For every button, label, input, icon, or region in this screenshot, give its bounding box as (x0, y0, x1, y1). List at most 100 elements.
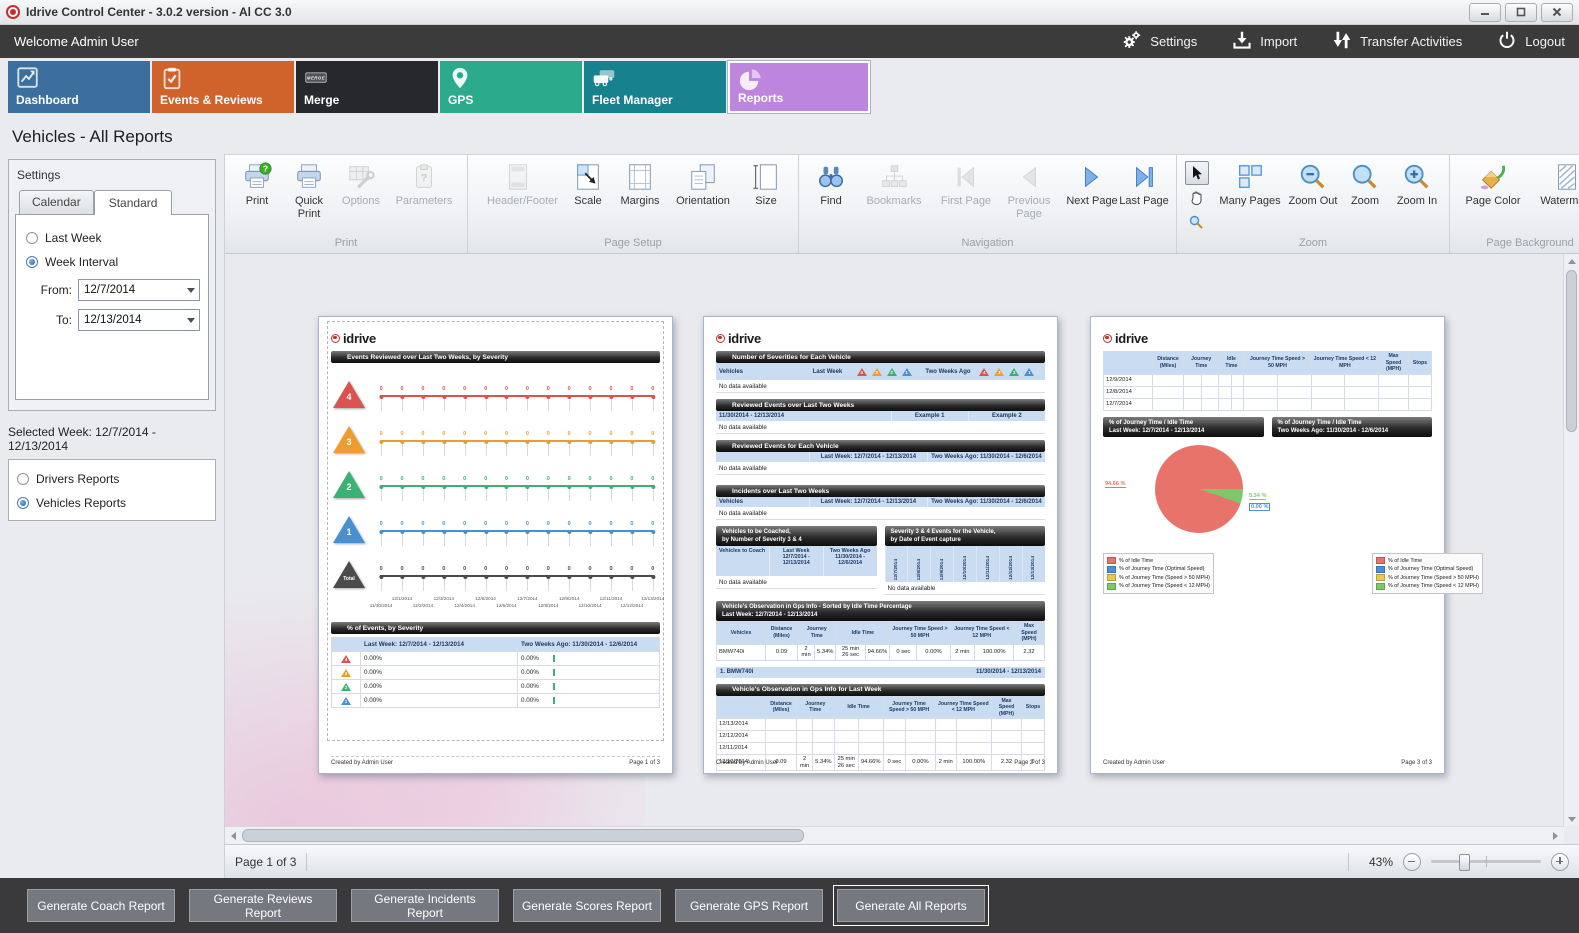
from-date-select[interactable]: 12/7/2014 (78, 279, 200, 301)
watermark-button[interactable]: Watermark (1530, 159, 1579, 208)
vehicles-reports-radio[interactable]: Vehicles Reports (17, 496, 207, 510)
last-week-radio[interactable]: Last Week (26, 231, 198, 245)
table-row: 3 0.00% 0.00% (332, 666, 660, 680)
zoom-in-button[interactable]: Zoom In (1391, 159, 1443, 208)
horizontal-scrollbar[interactable] (225, 826, 1564, 844)
welcome-bar: Welcome Admin User Settings Import Trans… (0, 25, 1579, 58)
svg-text:?: ? (263, 163, 268, 173)
legend-swatch (1376, 574, 1385, 581)
tab-gps[interactable]: GPS (440, 61, 582, 113)
generate-scores-report-button[interactable]: Generate Scores Report (513, 889, 661, 922)
tab-standard[interactable]: Standard (94, 190, 173, 215)
size-button[interactable]: Size (740, 159, 792, 208)
previous-page-label: Previous Page (998, 195, 1060, 221)
find-button[interactable]: Find (805, 159, 857, 208)
zoom-slider-thumb[interactable] (1459, 854, 1470, 871)
logout-button[interactable]: Logout (1496, 29, 1565, 54)
watermark-label: Watermark (1540, 195, 1579, 208)
zoom-button[interactable]: Zoom (1339, 159, 1391, 208)
size-icon (750, 161, 782, 193)
next-page-button[interactable]: Next Page (1066, 159, 1118, 208)
report-section-header: Events Reviewed over Last Two Weeks, by … (331, 351, 660, 363)
transfer-activities-button[interactable]: Transfer Activities (1331, 29, 1462, 54)
scroll-down-icon[interactable] (1564, 812, 1579, 826)
radio-checked-icon (26, 256, 38, 268)
tab-dashboard[interactable]: Dashboard (8, 61, 150, 113)
hand-tool-button[interactable] (1185, 187, 1207, 209)
report-section-header: % of Events, by Severity (331, 622, 660, 634)
no-data-text: No data available (885, 582, 1046, 595)
zoom-in-button-small[interactable] (1551, 853, 1569, 871)
many-pages-label: Many Pages (1219, 195, 1280, 208)
tab-gps-label: GPS (448, 93, 473, 107)
table-row: BMW740i 0.09 2 min 5.34% 25 min 26 sec 9… (717, 644, 1045, 660)
severity-4-icon: 4 (979, 368, 989, 376)
quick-print-button[interactable]: Quick Print (283, 159, 335, 221)
generate-coach-report-button[interactable]: Generate Coach Report (27, 889, 175, 922)
zero-bar (553, 669, 555, 676)
magnifier-tool-button[interactable] (1185, 211, 1207, 233)
generate-reviews-report-button[interactable]: Generate Reviews Report (189, 889, 337, 922)
page-color-button[interactable]: Page Color (1456, 159, 1530, 208)
scroll-right-icon[interactable] (1547, 827, 1564, 844)
next-page-label: Next Page (1066, 195, 1117, 208)
settings-sidebar: Settings Calendar Standard Last Week Wee… (0, 154, 225, 878)
header-footer-button[interactable]: Header/Footer (474, 159, 562, 208)
pie-label-optimal: 0.00 % (1249, 503, 1270, 511)
tab-merge[interactable]: MERGE Merge (296, 61, 438, 113)
zoom-percentage: 43% (1369, 855, 1393, 869)
print-label: Print (246, 195, 269, 208)
parameters-button[interactable]: ? Parameters (387, 159, 461, 208)
legend-item: % of Idle Time (1376, 557, 1479, 564)
many-pages-button[interactable]: Many Pages (1213, 159, 1287, 208)
bookmarks-button[interactable]: Bookmarks (857, 159, 931, 208)
settings-button[interactable]: Settings (1121, 29, 1197, 54)
report-section-header: Number of Severities for Each Vehicle (716, 351, 1045, 363)
scale-button[interactable]: Scale (562, 159, 614, 208)
scroll-left-icon[interactable] (225, 827, 242, 844)
table-row: 12/7/2014 (1104, 398, 1432, 410)
maximize-button[interactable] (1505, 3, 1537, 22)
tab-reports[interactable]: Reports (728, 61, 870, 113)
created-by: Created by Admin User (716, 760, 778, 766)
horizontal-scroll-thumb[interactable] (242, 829, 804, 842)
options-button[interactable]: Options (335, 159, 387, 208)
zoom-out-button[interactable]: Zoom Out (1287, 159, 1339, 208)
vertical-scroll-thumb[interactable] (1566, 270, 1577, 432)
tab-fleet-manager[interactable]: Fleet Manager (584, 61, 726, 113)
tab-events-reviews[interactable]: Events & Reviews (152, 61, 294, 113)
minimize-button[interactable] (1469, 3, 1501, 22)
print-button[interactable]: ? Print (231, 159, 283, 208)
close-button[interactable] (1541, 3, 1573, 22)
radio-unchecked-icon (17, 473, 29, 485)
generate-all-reports-button[interactable]: Generate All Reports (837, 889, 985, 922)
orientation-button[interactable]: Orientation (666, 159, 740, 208)
tab-merge-label: Merge (304, 93, 339, 107)
week-interval-radio[interactable]: Week Interval (26, 255, 198, 269)
vertical-scrollbar[interactable] (1563, 254, 1579, 826)
generate-incidents-report-button[interactable]: Generate Incidents Report (351, 889, 499, 922)
drivers-reports-radio[interactable]: Drivers Reports (17, 472, 207, 486)
page-setup-group-label: Page Setup (474, 237, 792, 253)
zoom-out-button-small[interactable] (1403, 853, 1421, 871)
zoom-slider[interactable] (1431, 860, 1541, 863)
page-number: Page 2 of 3 (1014, 760, 1045, 766)
previous-page-button[interactable]: Previous Page (992, 159, 1066, 221)
margins-button[interactable]: Margins (614, 159, 666, 208)
pointer-tool-button[interactable] (1185, 161, 1209, 185)
zero-bar (553, 697, 555, 704)
last-page-button[interactable]: Last Page (1118, 159, 1170, 208)
print-preview-area[interactable]: idrive Events Reviewed over Last Two Wee… (225, 254, 1579, 826)
created-by: Created by Admin User (1103, 760, 1165, 766)
timeline-date-label: 12/11/2014 (600, 596, 623, 601)
to-date-select[interactable]: 12/13/2014 (78, 309, 200, 331)
import-button[interactable]: Import (1231, 29, 1297, 54)
generate-gps-report-button[interactable]: Generate GPS Report (675, 889, 823, 922)
severity-1-icon: 1 (902, 368, 912, 376)
events-by-severity-table: Last Week: 12/7/2014 - 12/13/2014 Two We… (331, 637, 660, 708)
scroll-up-icon[interactable] (1564, 254, 1579, 268)
import-label: Import (1260, 34, 1297, 49)
tab-calendar[interactable]: Calendar (19, 190, 94, 214)
chart-icon (16, 66, 40, 90)
first-page-button[interactable]: First Page (940, 159, 992, 208)
